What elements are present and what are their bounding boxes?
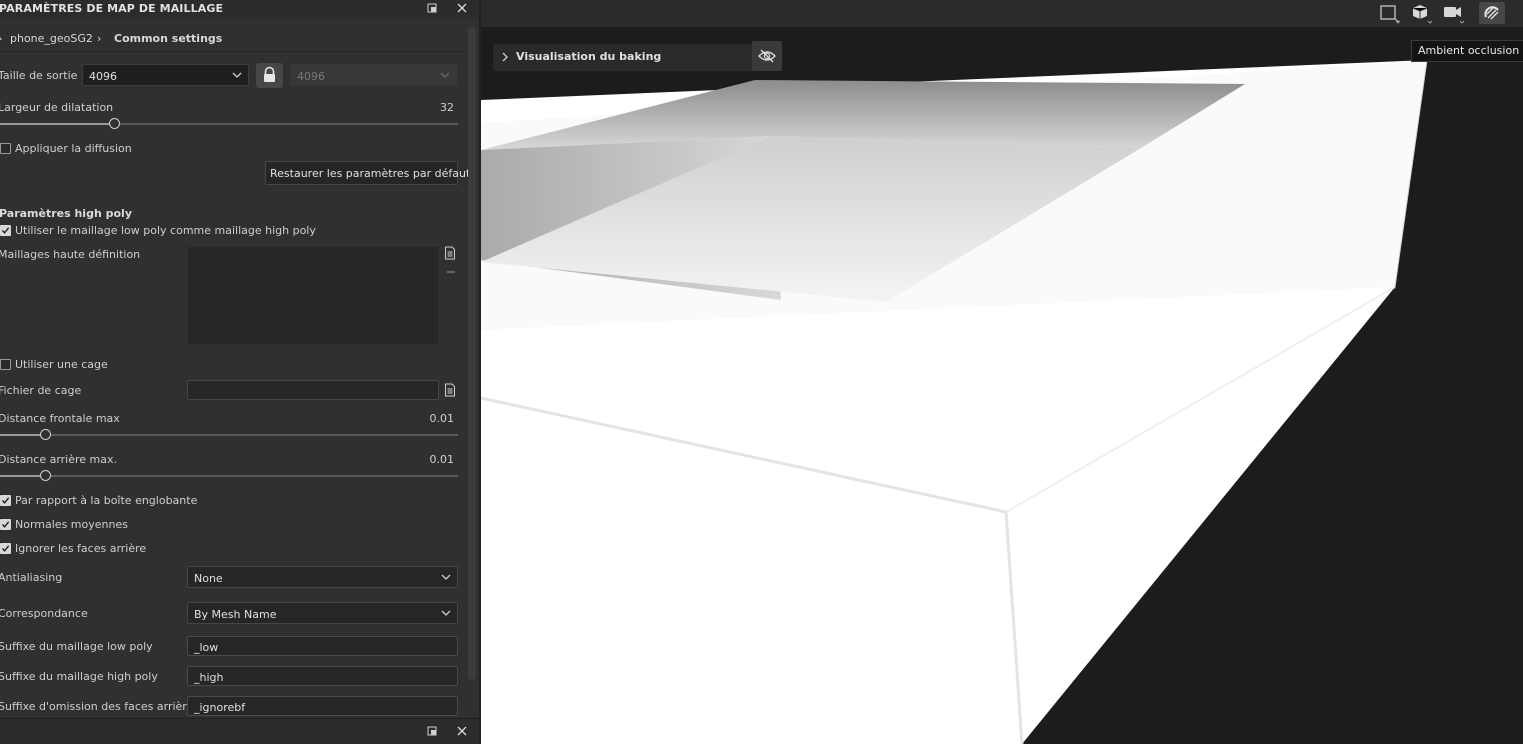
- max-front-distance-value: 0.01: [429, 412, 455, 425]
- max-rear-distance-value: 0.01: [429, 453, 455, 466]
- backface-ignore-suffix-field[interactable]: _ignorebf: [187, 696, 458, 716]
- low-poly-suffix-label: Suffixe du maillage low poly: [0, 640, 153, 653]
- breadcrumb-item-common-settings[interactable]: Common settings: [114, 32, 222, 45]
- 3d-viewport[interactable]: Ambient occlusion Visualisation du bakin…: [481, 0, 1523, 744]
- mesh-map-settings-panel: PARAMÈTRES DE MAP DE MAILLAGE › phone_ge…: [0, 0, 479, 744]
- breadcrumb: › phone_geoSG2 › Common settings: [0, 27, 468, 52]
- ignore-backfaces-label: Ignorer les faces arrière: [15, 542, 147, 555]
- use-cage-checkbox[interactable]: [0, 359, 11, 370]
- relative-to-bbox-checkbox[interactable]: [0, 495, 11, 506]
- reset-defaults-button[interactable]: Restaurer les paramètres par défaut: [265, 161, 470, 185]
- backface-ignore-suffix-label: Suffixe d'omission des faces arrière: [0, 700, 194, 713]
- view-mode-icon[interactable]: [1377, 2, 1403, 24]
- add-file-icon[interactable]: [444, 246, 456, 263]
- lock-ratio-button[interactable]: [256, 63, 283, 88]
- antialiasing-label: Antialiasing: [0, 571, 63, 584]
- ambient-occlusion-icon[interactable]: [1479, 2, 1505, 24]
- checkmark-icon: [1, 227, 10, 234]
- high-def-meshes-list[interactable]: [187, 246, 439, 345]
- max-rear-distance-label: Distance arrière max.: [0, 453, 118, 466]
- low-poly-suffix-field[interactable]: _low: [187, 636, 458, 656]
- panel-header: PARAMÈTRES DE MAP DE MAILLAGE: [0, 0, 479, 18]
- chevron-right-icon: [502, 52, 508, 62]
- scrollbar-thumb[interactable]: [468, 27, 476, 680]
- chevron-down-icon: [440, 72, 450, 78]
- close-icon[interactable]: [456, 2, 470, 16]
- output-size-label: Taille de sortie: [0, 69, 78, 82]
- high-poly-suffix-field[interactable]: _high: [187, 666, 458, 686]
- breadcrumb-separator-icon: ›: [97, 32, 102, 45]
- lock-icon: [264, 66, 275, 82]
- ignore-backfaces-checkbox[interactable]: [0, 543, 11, 554]
- max-rear-distance-slider-handle[interactable]: [39, 470, 51, 481]
- panel-title: PARAMÈTRES DE MAP DE MAILLAGE: [0, 2, 224, 15]
- checkmark-icon: [1, 497, 10, 504]
- chevron-down-icon: [441, 610, 451, 616]
- ambient-occlusion-tooltip: Ambient occlusion: [1411, 40, 1523, 62]
- undock-icon[interactable]: [426, 2, 440, 16]
- matching-select[interactable]: By Mesh Name: [187, 602, 458, 624]
- eye-hidden-icon: [758, 49, 776, 63]
- max-front-distance-slider[interactable]: [0, 434, 458, 436]
- cage-file-field[interactable]: [187, 380, 439, 400]
- dilation-width-slider[interactable]: [0, 123, 458, 125]
- bottom-panel-header: [0, 718, 479, 744]
- mesh-render: [481, 59, 1428, 744]
- chevron-down-icon: [441, 574, 451, 580]
- use-low-as-high-label: Utiliser le maillage low poly comme mail…: [15, 224, 316, 237]
- breadcrumb-chevron-icon: ›: [0, 32, 2, 45]
- high-poly-suffix-label: Suffixe du maillage high poly: [0, 670, 158, 683]
- max-front-distance-slider-handle[interactable]: [39, 429, 51, 440]
- breadcrumb-item-mesh[interactable]: phone_geoSG2: [10, 32, 93, 45]
- dilation-width-value: 32: [440, 101, 454, 114]
- matching-label: Correspondance: [0, 607, 88, 620]
- panel-scrollbar[interactable]: [468, 27, 476, 680]
- high-poly-section-title: Paramètres high poly: [0, 207, 132, 220]
- apply-diffusion-checkbox[interactable]: [0, 143, 11, 154]
- use-cage-label: Utiliser une cage: [15, 358, 108, 371]
- average-normals-label: Normales moyennes: [15, 518, 128, 531]
- apply-diffusion-label: Appliquer la diffusion: [15, 142, 132, 155]
- mesh-display-icon[interactable]: [1409, 2, 1435, 24]
- dilation-width-label: Largeur de dilatation: [0, 101, 114, 114]
- max-front-distance-label: Distance frontale max: [0, 412, 120, 425]
- close-icon[interactable]: [456, 725, 470, 739]
- checkmark-icon: [1, 545, 10, 552]
- camera-icon[interactable]: [1441, 2, 1467, 24]
- use-low-as-high-checkbox[interactable]: [0, 225, 11, 236]
- antialiasing-select[interactable]: None: [187, 566, 458, 588]
- chevron-down-icon: [232, 72, 242, 78]
- baking-preview-label: Visualisation du baking: [516, 50, 662, 63]
- baking-preview-bar[interactable]: Visualisation du baking: [493, 44, 782, 71]
- checkmark-icon: [1, 521, 10, 528]
- viewport-toolbar: [481, 0, 1523, 27]
- output-size-linked-select: 4096: [290, 64, 457, 86]
- remove-file-icon[interactable]: [446, 266, 456, 279]
- toggle-visibility-button[interactable]: [752, 41, 782, 71]
- dilation-width-slider-handle[interactable]: [108, 118, 120, 129]
- high-def-meshes-label: Maillages haute définition: [0, 248, 141, 261]
- output-size-select[interactable]: 4096: [82, 64, 249, 86]
- undock-icon[interactable]: [426, 725, 440, 739]
- browse-cage-file-icon[interactable]: [444, 383, 456, 400]
- average-normals-checkbox[interactable]: [0, 519, 11, 530]
- relative-to-bbox-label: Par rapport à la boîte englobante: [15, 494, 198, 507]
- max-rear-distance-slider[interactable]: [0, 475, 458, 477]
- cage-file-label: Fichier de cage: [0, 384, 82, 397]
